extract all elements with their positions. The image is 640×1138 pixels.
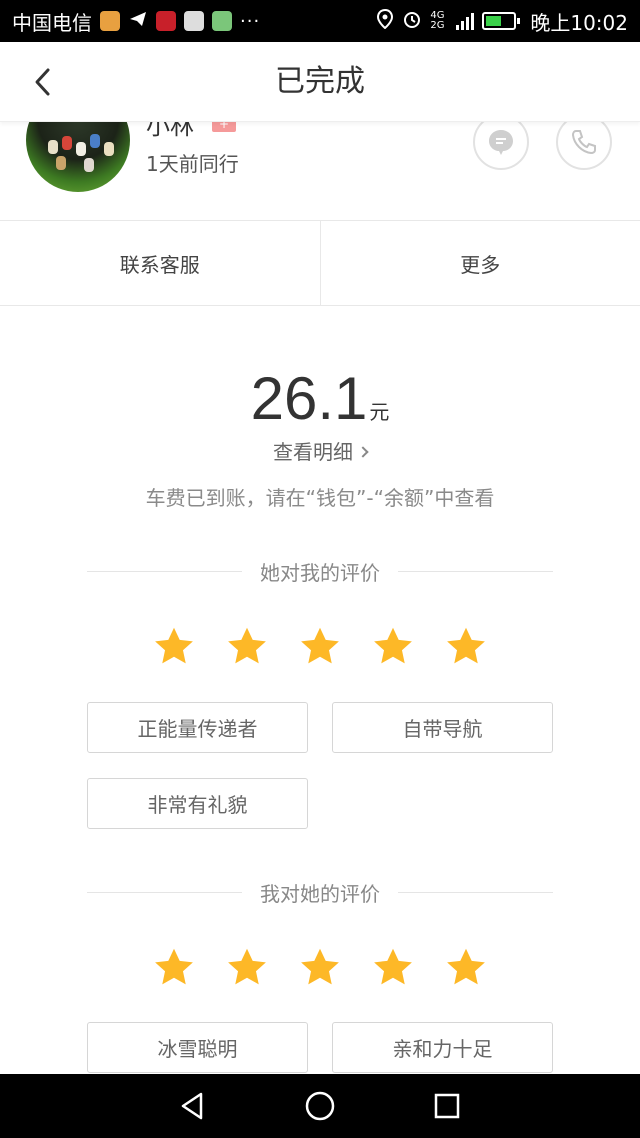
back-arrow-icon bbox=[35, 68, 50, 96]
huawei-icon bbox=[156, 11, 176, 31]
contact-service-button[interactable]: 联系客服 bbox=[0, 221, 320, 305]
rating-received-stars bbox=[0, 625, 640, 669]
rating-tag[interactable]: 亲和力十足 bbox=[332, 1022, 553, 1073]
chevron-right-icon bbox=[357, 445, 369, 458]
fare-note: 车费已到账，请在“钱包”-“余额”中查看 bbox=[145, 486, 495, 510]
rating-given-title: 我对她的评价 bbox=[260, 881, 380, 906]
rating-given-header: 我对她的评价 bbox=[87, 877, 553, 907]
driver-card: 小林 + 1天前同行 bbox=[0, 122, 640, 220]
app-notification-icon bbox=[100, 11, 120, 31]
star-icon bbox=[374, 627, 412, 664]
view-details-label: 查看明细 bbox=[273, 440, 353, 464]
circle-home-icon bbox=[305, 1091, 335, 1121]
carrier-label: 中国电信 bbox=[12, 10, 92, 35]
phone-icon bbox=[571, 130, 596, 155]
title-bar: 已完成 bbox=[0, 42, 640, 122]
divider bbox=[398, 891, 553, 893]
chat-bubble-icon bbox=[489, 130, 513, 155]
signal-icon bbox=[456, 12, 475, 30]
star-icon bbox=[228, 627, 266, 664]
rating-tag: 自带导航 bbox=[332, 702, 553, 753]
telegram-icon bbox=[128, 9, 148, 34]
star-icon bbox=[155, 627, 193, 664]
star-icon[interactable] bbox=[298, 946, 342, 990]
rating-tag: 正能量传递者 bbox=[87, 702, 308, 753]
network-type: 4G 2G bbox=[430, 10, 445, 31]
rating-given-stars bbox=[0, 946, 640, 990]
driver-name: 小林 bbox=[146, 122, 194, 140]
alarm-icon bbox=[402, 9, 422, 34]
rating-tag: 非常有礼貌 bbox=[87, 778, 308, 829]
star-icon[interactable] bbox=[371, 946, 415, 990]
star-icon[interactable] bbox=[152, 946, 196, 990]
action-row: 联系客服 更多 bbox=[0, 220, 640, 306]
back-button[interactable] bbox=[28, 66, 60, 98]
square-recents-icon bbox=[434, 1093, 459, 1119]
message-button[interactable] bbox=[473, 122, 529, 170]
driver-badge: + bbox=[212, 122, 236, 132]
rating-received-title: 她对我的评价 bbox=[260, 560, 380, 585]
fare-unit: 元 bbox=[369, 400, 390, 424]
fare-amount: 26.1 bbox=[250, 365, 368, 432]
navigation-bar bbox=[0, 1074, 640, 1138]
call-button[interactable] bbox=[556, 122, 612, 170]
more-notifications-icon: ··· bbox=[240, 10, 261, 32]
view-details-link[interactable]: 查看明细 bbox=[0, 436, 640, 465]
fare-amount-row: 26.1 元 bbox=[0, 364, 640, 433]
divider bbox=[87, 891, 242, 893]
more-button[interactable]: 更多 bbox=[319, 221, 640, 305]
gallery-icon bbox=[184, 11, 204, 31]
triangle-back-icon bbox=[182, 1092, 203, 1120]
rating-received-header: 她对我的评价 bbox=[87, 556, 553, 586]
divider bbox=[87, 570, 242, 572]
star-icon bbox=[301, 627, 339, 664]
page-title: 已完成 bbox=[275, 64, 365, 99]
star-icon[interactable] bbox=[225, 946, 269, 990]
nav-recents-button[interactable] bbox=[427, 1086, 467, 1126]
avatar[interactable] bbox=[26, 122, 130, 192]
status-bar: 中国电信 ··· 4G 2G 晚上10:02 bbox=[0, 0, 640, 42]
divider bbox=[398, 570, 553, 572]
location-icon bbox=[376, 8, 394, 34]
battery-icon bbox=[482, 12, 521, 30]
star-icon bbox=[447, 627, 485, 664]
clock: 晚上10:02 bbox=[530, 10, 628, 35]
trip-time: 1天前同行 bbox=[146, 152, 239, 176]
play-store-icon bbox=[212, 11, 232, 31]
rating-tag[interactable]: 冰雪聪明 bbox=[87, 1022, 308, 1073]
nav-home-button[interactable] bbox=[300, 1086, 340, 1126]
star-icon[interactable] bbox=[444, 946, 488, 990]
nav-back-button[interactable] bbox=[173, 1086, 213, 1126]
